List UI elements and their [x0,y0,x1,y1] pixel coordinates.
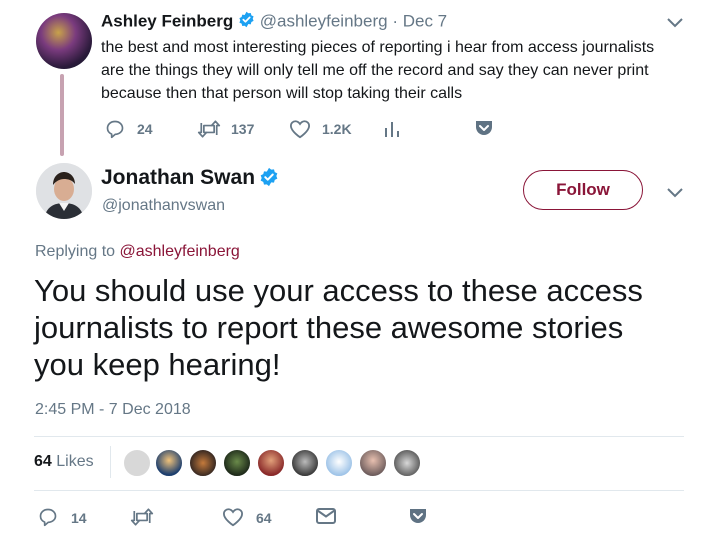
likes-summary[interactable]: 64 Likes [34,453,94,471]
tweet-timestamp[interactable]: 2:45 PM - 7 Dec 2018 [35,401,191,419]
thread-connector [60,74,64,156]
divider-top [34,436,684,437]
parent-like-count: 1.2K [322,121,352,137]
liker-avatar[interactable] [122,448,152,478]
liker-avatar[interactable] [392,448,422,478]
parent-tweet-line: are the things they will only tell me of… [101,62,649,79]
heart-icon[interactable] [222,507,244,527]
liker-avatar[interactable] [222,448,252,478]
main-reply-count: 14 [71,510,87,526]
parent-author-name[interactable]: Ashley Feinberg [101,11,233,30]
likes-count: 64 [34,453,52,470]
main-like-count: 64 [256,510,272,526]
liker-avatar[interactable] [324,448,354,478]
divider-bottom [34,490,684,491]
parent-tweet-header: Ashley Feinberg @ashleyfeinberg · Dec 7 [101,11,447,33]
replying-to-label: Replying to [35,243,116,260]
main-tweet-line: journalists to report these awesome stor… [34,310,624,345]
verified-badge-icon [238,11,255,33]
main-author-name[interactable]: Jonathan Swan [101,166,255,189]
liker-avatar[interactable] [256,448,286,478]
direct-message-icon[interactable] [316,508,336,524]
reply-icon[interactable] [105,119,125,139]
verified-badge-icon [259,167,279,192]
liker-avatar[interactable] [290,448,320,478]
likes-label: Likes [56,453,94,470]
parent-tweet-line: because then that person will stop takin… [101,85,463,102]
main-author-handle[interactable]: @jonathanvswan [102,197,225,215]
jonathan-avatar[interactable] [36,163,92,219]
chevron-down-icon[interactable] [666,186,684,198]
follow-button[interactable]: Follow [523,170,643,210]
chevron-down-icon[interactable] [666,16,684,28]
likes-divider [110,446,111,478]
parent-tweet-text: the best and most interesting pieces of … [101,36,654,105]
parent-retweet-count: 137 [231,121,255,137]
header-separator: · [392,11,398,31]
parent-tweet-date[interactable]: Dec 7 [403,11,447,30]
parent-author-handle[interactable]: @ashleyfeinberg [260,11,388,30]
heart-icon[interactable] [289,119,311,139]
main-author-row: Jonathan Swan [101,166,279,192]
pocket-icon[interactable] [474,118,494,138]
liker-avatar[interactable] [358,448,388,478]
pocket-icon[interactable] [408,506,428,526]
replying-to-handle[interactable]: @ashleyfeinberg [120,243,240,260]
retweet-icon[interactable] [197,119,221,139]
reply-icon[interactable] [38,507,58,527]
retweet-icon[interactable] [130,507,154,527]
parent-tweet-line: the best and most interesting pieces of … [101,39,655,56]
replying-to: Replying to @ashleyfeinberg [35,243,240,261]
main-tweet-text: You should use your access to these acce… [34,272,643,383]
liker-avatar[interactable] [188,448,218,478]
parent-reply-count: 24 [137,121,153,137]
liker-avatars [122,448,422,478]
liker-avatar[interactable] [154,448,184,478]
main-tweet-line: you keep hearing! [34,347,281,382]
analytics-icon[interactable] [384,120,400,138]
main-tweet-line: You should use your access to these acce… [34,273,643,308]
ashley-avatar[interactable] [36,13,92,69]
